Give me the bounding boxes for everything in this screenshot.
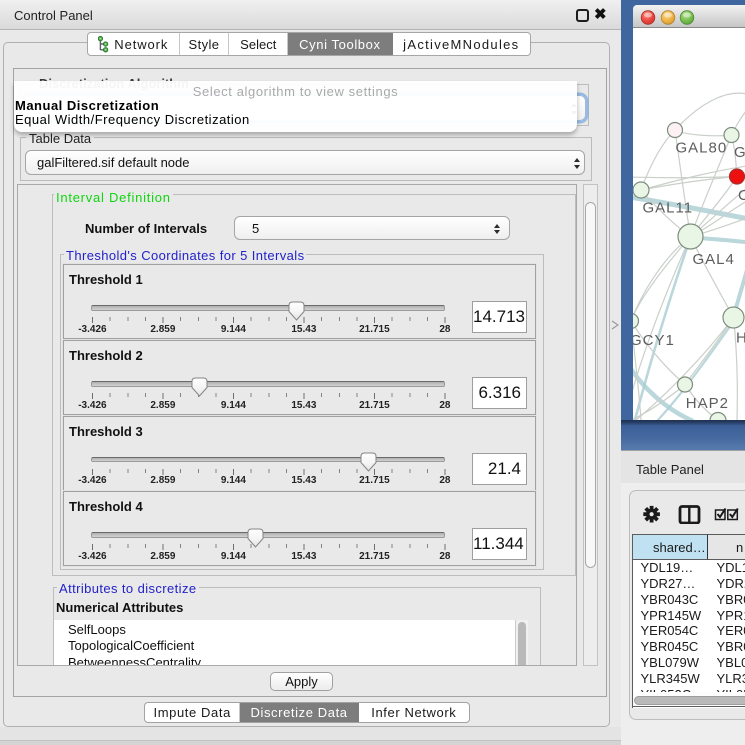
svg-text:GA: GA (734, 144, 745, 161)
svg-text:C: C (738, 187, 745, 204)
svg-text:GAL4: GAL4 (693, 251, 735, 268)
svg-text:GAL80: GAL80 (676, 140, 728, 157)
svg-text:GCY1: GCY1 (633, 332, 675, 349)
svg-text:H: H (736, 330, 745, 347)
svg-text:GAL11: GAL11 (643, 200, 694, 217)
svg-text:HAP2: HAP2 (686, 395, 729, 412)
